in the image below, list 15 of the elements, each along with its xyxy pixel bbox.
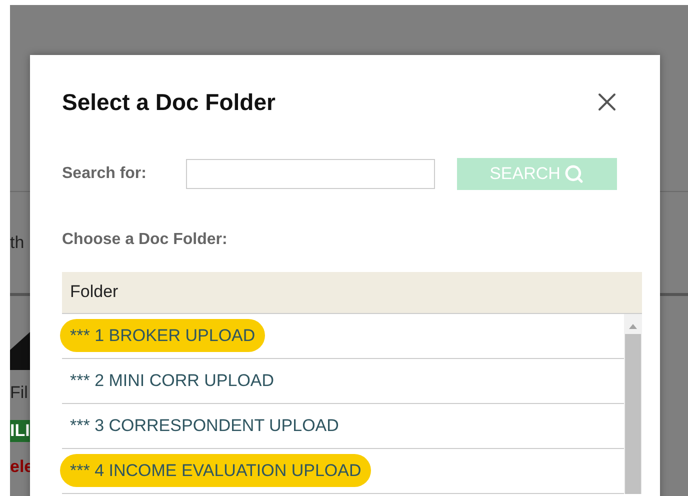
background-text: ILI <box>10 420 30 442</box>
folder-item[interactable]: *** 3 CORRESPONDENT UPLOAD <box>62 412 347 438</box>
search-label: Search for: <box>62 164 148 184</box>
background-text: th <box>10 232 24 254</box>
scroll-up-icon[interactable] <box>628 322 638 330</box>
column-header: Folder <box>62 272 642 314</box>
scrollbar[interactable] <box>624 314 642 494</box>
folder-item[interactable]: *** 4 INCOME EVALUATION UPLOAD <box>60 454 372 488</box>
folder-item[interactable]: *** 1 BROKER UPLOAD <box>60 318 266 352</box>
folder-item[interactable]: *** 2 MINI CORR UPLOAD <box>62 368 282 394</box>
dialog-title: Select a Doc Folder <box>62 88 276 117</box>
choose-label: Choose a Doc Folder: <box>62 230 228 250</box>
background-text: Fil <box>10 382 28 404</box>
search-icon <box>564 164 584 184</box>
search-field[interactable] <box>186 158 435 188</box>
